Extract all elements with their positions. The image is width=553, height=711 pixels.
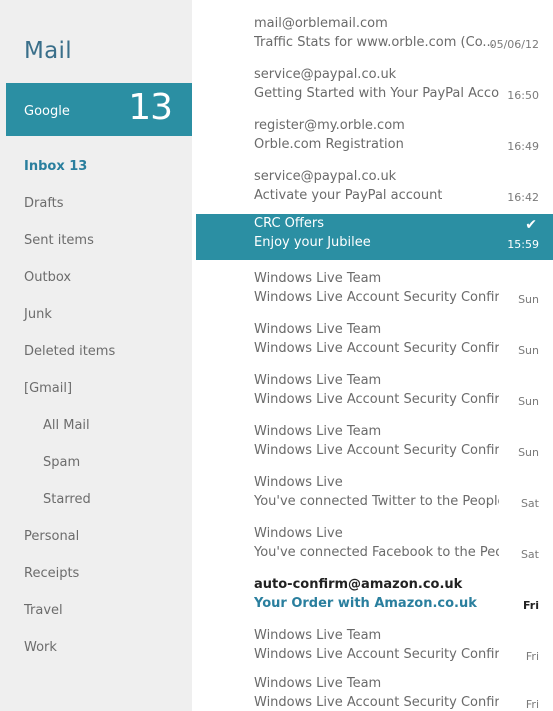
message-sender: Windows Live Team (254, 373, 382, 388)
message-date: Sat (520, 497, 539, 510)
message-sender: Windows Live Team (254, 676, 382, 691)
message-subject: Enjoy your Jubilee (254, 235, 371, 250)
message-item[interactable]: Windows Live Team Windows Live Account S… (196, 422, 553, 469)
folder-drafts[interactable]: Drafts (24, 196, 64, 211)
message-sender: Windows Live Team (254, 628, 382, 643)
message-list: mail@orblemail.com Traffic Stats for www… (192, 0, 553, 711)
folder-junk[interactable]: Junk (24, 307, 52, 322)
message-subject: Windows Live Account Security Confirm... (254, 290, 499, 305)
message-sender: mail@orblemail.com (254, 16, 388, 31)
folder-sent-items[interactable]: Sent items (24, 233, 94, 248)
message-sender: service@paypal.co.uk (254, 67, 397, 82)
message-subject: Activate your PayPal account (254, 188, 443, 203)
message-date: Fri (525, 650, 539, 663)
message-date: 16:50 (507, 89, 539, 102)
message-date: Sun (518, 293, 539, 306)
message-date: 16:49 (507, 140, 539, 153)
message-subject: Traffic Stats for www.orble.com (Co... (254, 35, 495, 50)
message-sender: service@paypal.co.uk (254, 169, 397, 184)
message-sender: register@my.orble.com (254, 118, 405, 133)
folder-all-mail[interactable]: All Mail (43, 418, 90, 433)
message-subject: Orble.com Registration (254, 137, 404, 152)
message-date: Sun (518, 446, 539, 459)
message-item-unread[interactable]: auto-confirm@amazon.co.uk Your Order wit… (196, 575, 553, 622)
message-sender: CRC Offers (254, 216, 324, 231)
message-sender: Windows Live Team (254, 322, 382, 337)
folder-inbox[interactable]: Inbox 13 (24, 159, 87, 174)
account-name: Google (24, 104, 70, 119)
message-date: 16:42 (507, 191, 539, 204)
message-item[interactable]: service@paypal.co.uk Getting Started wit… (196, 65, 553, 112)
folder-deleted-items[interactable]: Deleted items (24, 344, 115, 359)
message-subject: Windows Live Account Security Confirm... (254, 695, 499, 710)
message-date: Sun (518, 344, 539, 357)
message-subject: Windows Live Account Security Confirm... (254, 341, 499, 356)
message-sender: auto-confirm@amazon.co.uk (254, 577, 463, 592)
message-date: 05/06/12 (489, 38, 539, 51)
folder-travel[interactable]: Travel (24, 603, 63, 618)
message-subject: Windows Live Account Security Confirm... (254, 392, 499, 407)
message-subject: You've connected Twitter to the People..… (254, 494, 499, 509)
message-date: 15:59 (507, 238, 539, 251)
message-item[interactable]: Windows Live You've connected Facebook t… (196, 524, 553, 571)
message-sender: Windows Live (254, 475, 343, 490)
folder-work[interactable]: Work (24, 640, 57, 655)
message-subject: Windows Live Account Security Confirm... (254, 443, 499, 458)
message-subject: Windows Live Account Security Confirm... (254, 647, 499, 662)
checkmark-icon: ✔ (525, 217, 537, 233)
message-item[interactable]: Windows Live Team Windows Live Account S… (196, 320, 553, 367)
message-date: Sun (518, 395, 539, 408)
message-item[interactable]: Windows Live Team Windows Live Account S… (196, 371, 553, 418)
message-sender: Windows Live (254, 526, 343, 541)
message-item-selected[interactable]: CRC Offers ✔ Enjoy your Jubilee 15:59 (196, 214, 553, 260)
message-subject: Your Order with Amazon.co.uk (254, 596, 477, 611)
folder-pane: Mail Google 13 Inbox 13 Drafts Sent item… (0, 0, 192, 711)
message-item[interactable]: mail@orblemail.com Traffic Stats for www… (196, 14, 553, 61)
folder-spam[interactable]: Spam (43, 455, 80, 470)
message-item[interactable]: Windows Live Team Windows Live Account S… (196, 664, 553, 711)
message-sender: Windows Live Team (254, 424, 382, 439)
message-item[interactable]: Windows Live Team Windows Live Account S… (196, 269, 553, 316)
message-date: Fri (522, 599, 539, 612)
folder-starred[interactable]: Starred (43, 492, 91, 507)
folder-receipts[interactable]: Receipts (24, 566, 79, 581)
message-date: Sat (520, 548, 539, 561)
message-sender: Windows Live Team (254, 271, 382, 286)
message-item[interactable]: service@paypal.co.uk Activate your PayPa… (196, 167, 553, 214)
folder-personal[interactable]: Personal (24, 529, 79, 544)
message-item[interactable]: register@my.orble.com Orble.com Registra… (196, 116, 553, 163)
folder-outbox[interactable]: Outbox (24, 270, 71, 285)
message-subject: You've connected Facebook to the Peo... (254, 545, 499, 560)
folder-gmail[interactable]: [Gmail] (24, 381, 72, 396)
message-item[interactable]: Windows Live You've connected Twitter to… (196, 473, 553, 520)
account-unread-count: 13 (128, 87, 173, 128)
message-subject: Getting Started with Your PayPal Acco... (254, 86, 499, 101)
app-title: Mail (24, 38, 72, 64)
account-tile-google[interactable]: Google 13 (6, 83, 192, 136)
message-date: Fri (525, 698, 539, 711)
